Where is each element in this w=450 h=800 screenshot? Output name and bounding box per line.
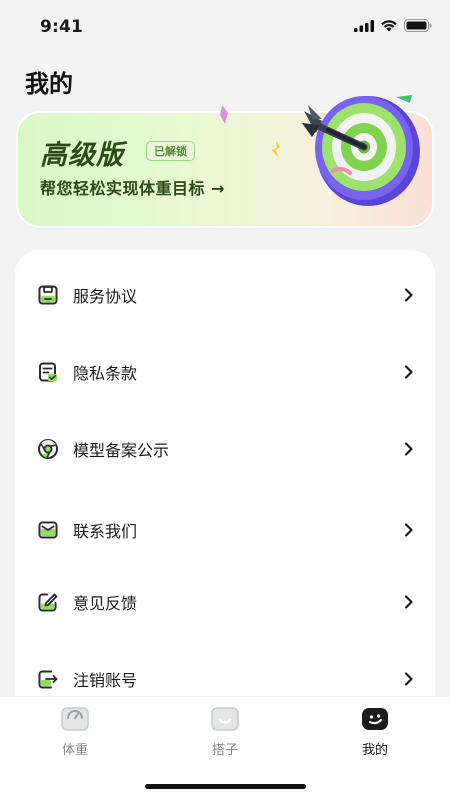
logout-icon <box>37 668 59 690</box>
target-dart-icon <box>302 95 420 206</box>
mail-icon <box>37 519 59 541</box>
menu-item-privacy-policy[interactable]: 隐私条款 <box>15 347 435 397</box>
menu-item-contact-us[interactable]: 联系我们 <box>15 505 435 555</box>
status-time: 9:41 <box>40 17 84 37</box>
premium-title: 高级版 <box>40 140 124 171</box>
status-icons <box>354 19 432 32</box>
menu-item-service-agreement[interactable]: 服务协议 <box>15 270 435 320</box>
chevron-right-icon <box>404 523 413 537</box>
menu-label-service-agreement: 服务协议 <box>73 287 138 306</box>
menu-label-model-filing: 模型备案公示 <box>73 441 170 460</box>
settings-menu-card: 服务协议 隐私条款 模型备案公示 联系我们 意见反馈 注销账号 <box>15 250 435 720</box>
buddy-face-icon <box>211 707 239 731</box>
cellular-signal-icon <box>354 19 374 32</box>
wifi-icon <box>381 20 397 32</box>
tab-buddy[interactable]: 搭子 <box>175 707 275 758</box>
confetti-yellow-icon <box>272 141 280 158</box>
chevron-right-icon <box>404 672 413 686</box>
scale-icon <box>61 707 89 731</box>
profile-screen: 9:41 我的 高级版 已解锁 帮您轻松实现体重目标 → 服务协议 隐私条款 模… <box>0 0 450 800</box>
edit-icon <box>37 591 59 613</box>
chevron-right-icon <box>404 365 413 379</box>
menu-item-feedback[interactable]: 意见反馈 <box>15 577 435 627</box>
page-title: 我的 <box>25 70 73 98</box>
menu-label-feedback: 意见反馈 <box>73 594 138 613</box>
tab-mine[interactable]: 我的 <box>325 707 425 758</box>
unlocked-badge: 已解锁 <box>146 141 195 161</box>
home-indicator <box>145 784 306 789</box>
smile-face-icon <box>361 707 389 731</box>
tab-weight[interactable]: 体重 <box>25 707 125 758</box>
tab-label-weight: 体重 <box>61 743 88 758</box>
menu-label-contact-us: 联系我们 <box>73 522 138 541</box>
menu-item-model-filing[interactable]: 模型备案公示 <box>15 424 435 474</box>
tab-label-mine: 我的 <box>361 743 388 758</box>
chrome-circle-icon <box>37 438 59 460</box>
status-bar: 9:41 <box>0 0 450 54</box>
premium-subtitle: 帮您轻松实现体重目标 → <box>40 179 225 198</box>
premium-banner[interactable]: 高级版 已解锁 帮您轻松实现体重目标 → <box>16 95 434 228</box>
tab-label-buddy: 搭子 <box>211 743 238 758</box>
document-save-icon <box>37 284 59 306</box>
confetti-pink-icon <box>220 105 228 124</box>
menu-label-delete-account: 注销账号 <box>73 671 138 690</box>
menu-label-privacy-policy: 隐私条款 <box>73 364 138 383</box>
chevron-right-icon <box>404 288 413 302</box>
battery-icon <box>404 19 432 32</box>
document-check-icon <box>37 361 59 383</box>
chevron-right-icon <box>404 442 413 456</box>
chevron-right-icon <box>404 595 413 609</box>
